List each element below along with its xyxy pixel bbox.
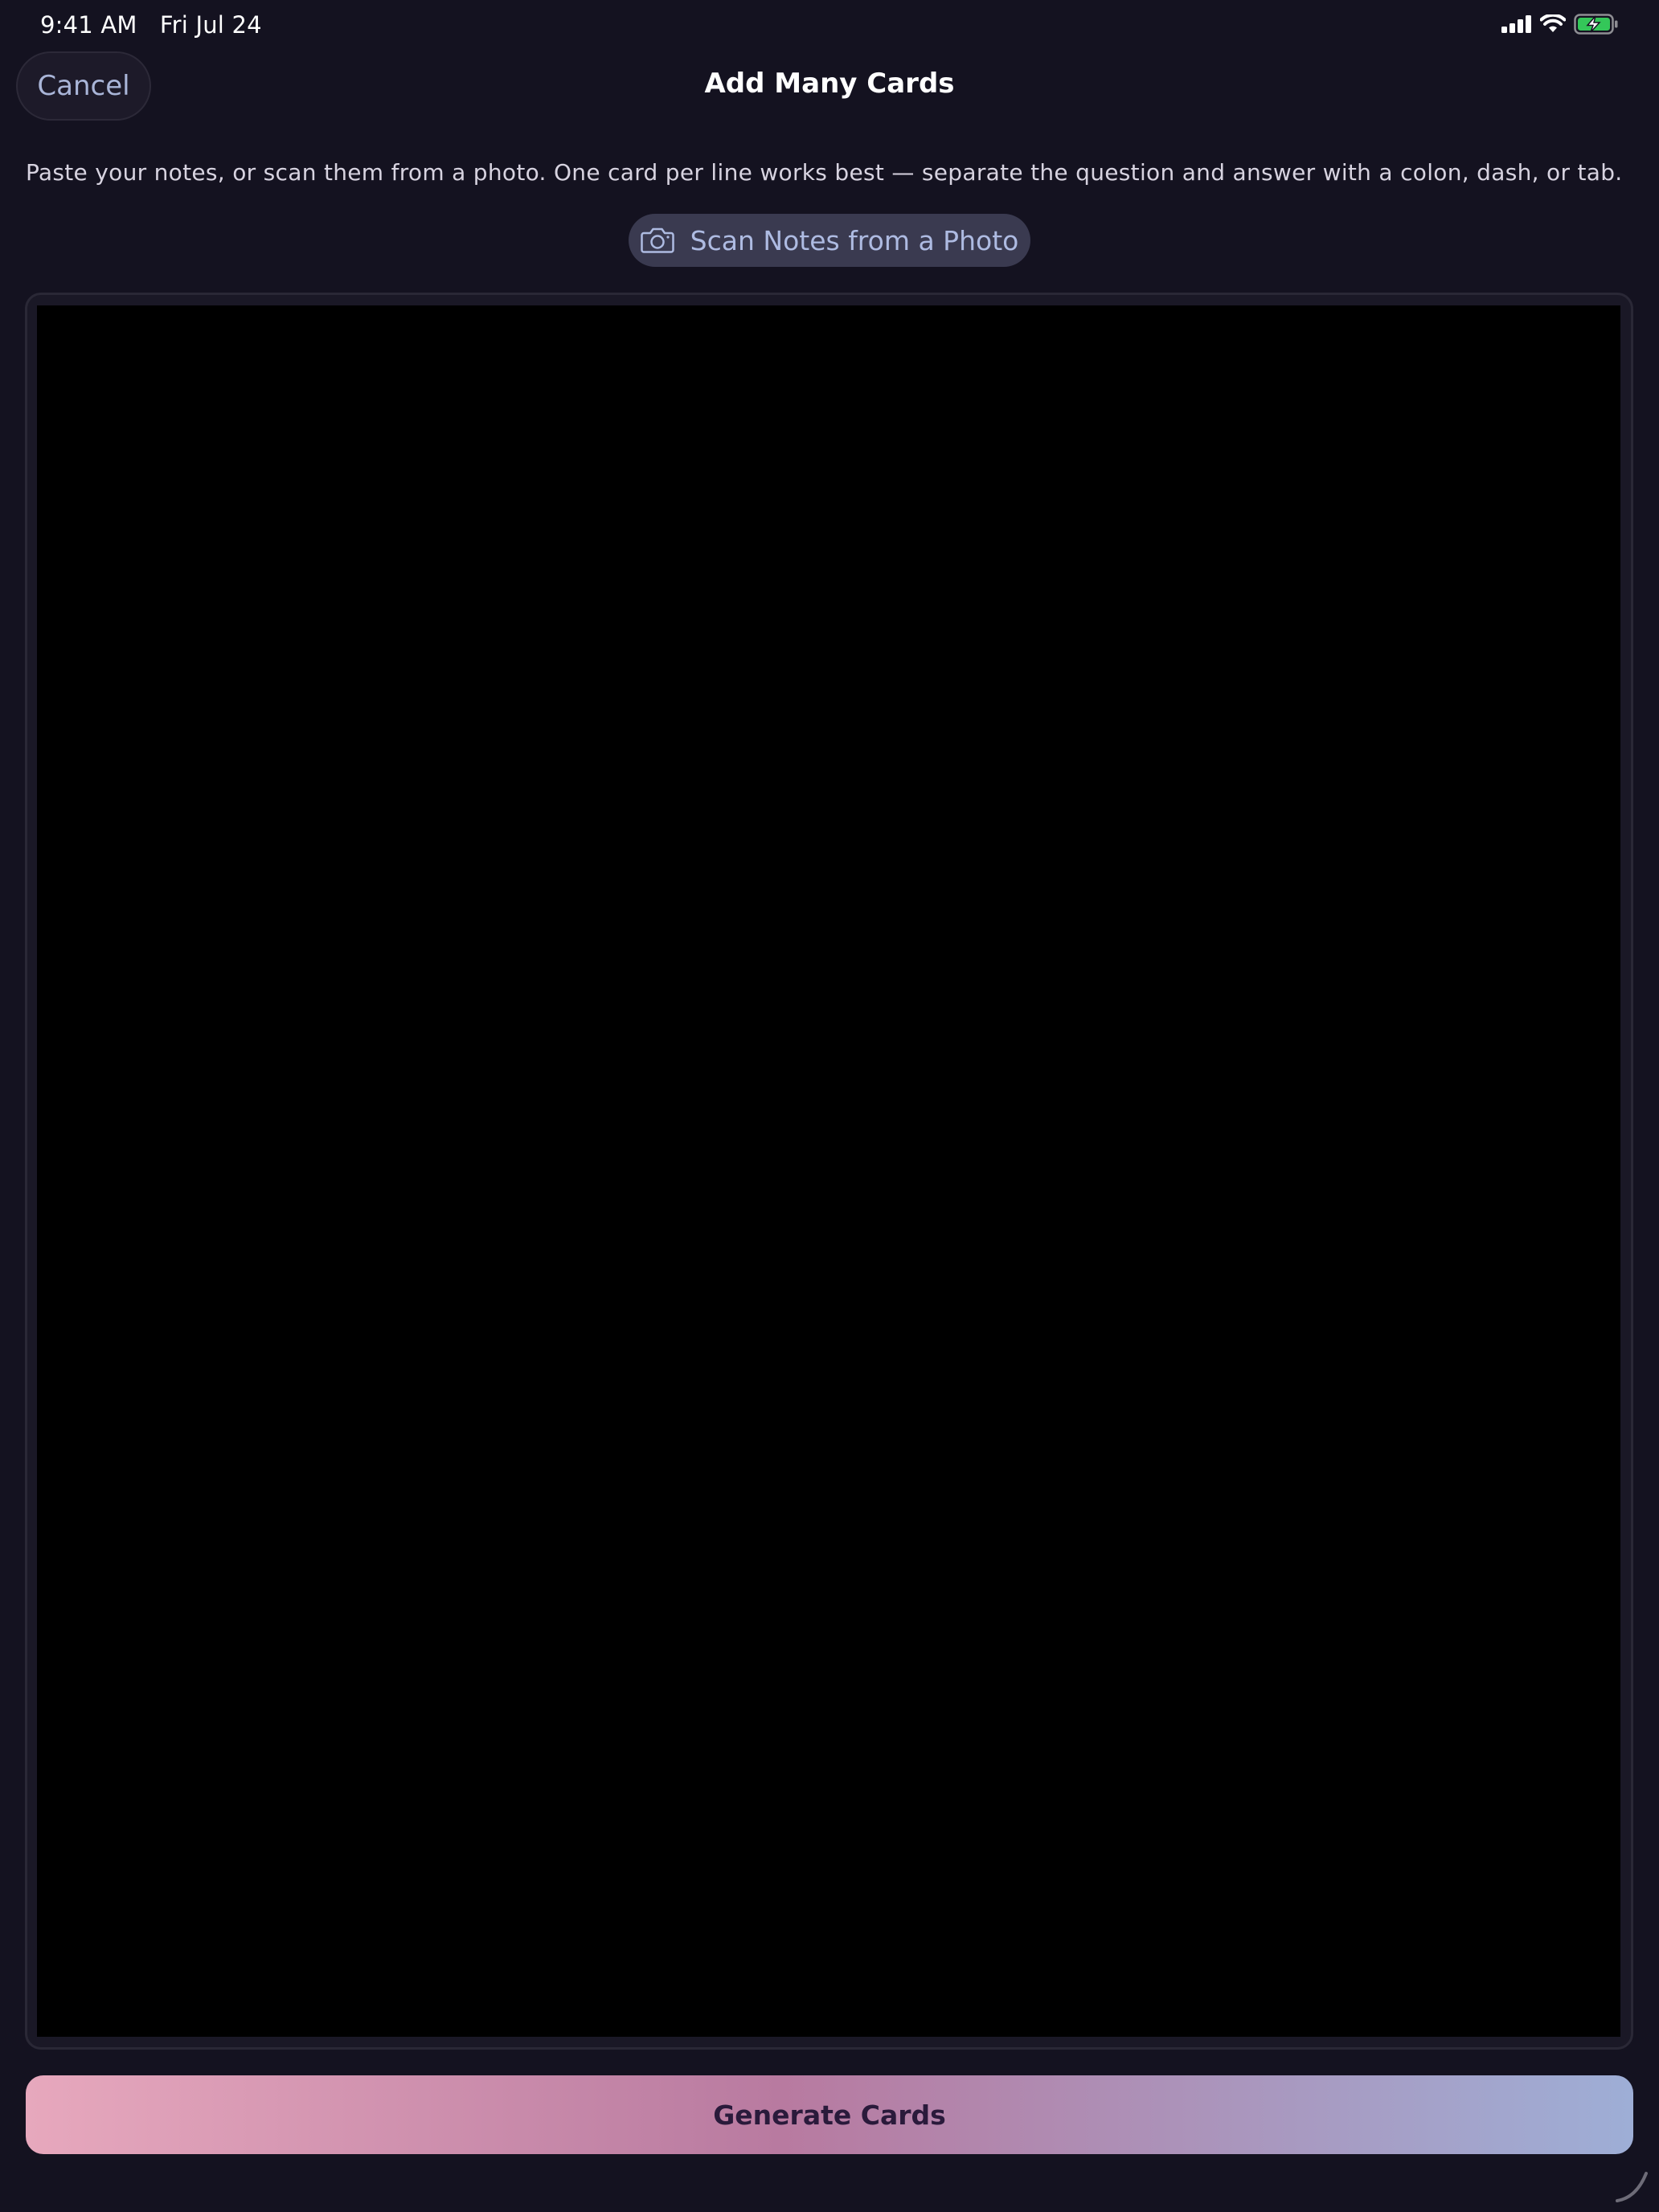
resize-grip-icon[interactable] (1612, 2167, 1651, 2206)
camera-icon (640, 227, 674, 253)
status-date: Fri Jul 24 (159, 11, 262, 39)
scan-notes-label: Scan Notes from a Photo (690, 224, 1019, 256)
instructions-text: Paste your notes, or scan them from a ph… (26, 159, 1623, 186)
page-title: Add Many Cards (704, 68, 955, 100)
notes-text-area[interactable] (37, 305, 1620, 2037)
status-time-date: 9:41 AM Fri Jul 24 (40, 11, 262, 39)
wifi-icon (1540, 14, 1566, 32)
scan-notes-button[interactable]: Scan Notes from a Photo (629, 214, 1030, 267)
status-indicators (1501, 14, 1619, 35)
generate-cards-button[interactable]: Generate Cards (26, 2075, 1633, 2154)
battery-charging-icon (1574, 14, 1618, 35)
status-time: 9:41 AM (40, 11, 137, 39)
cellular-signal-icon (1501, 15, 1531, 33)
generate-cards-label: Generate Cards (713, 2099, 946, 2131)
